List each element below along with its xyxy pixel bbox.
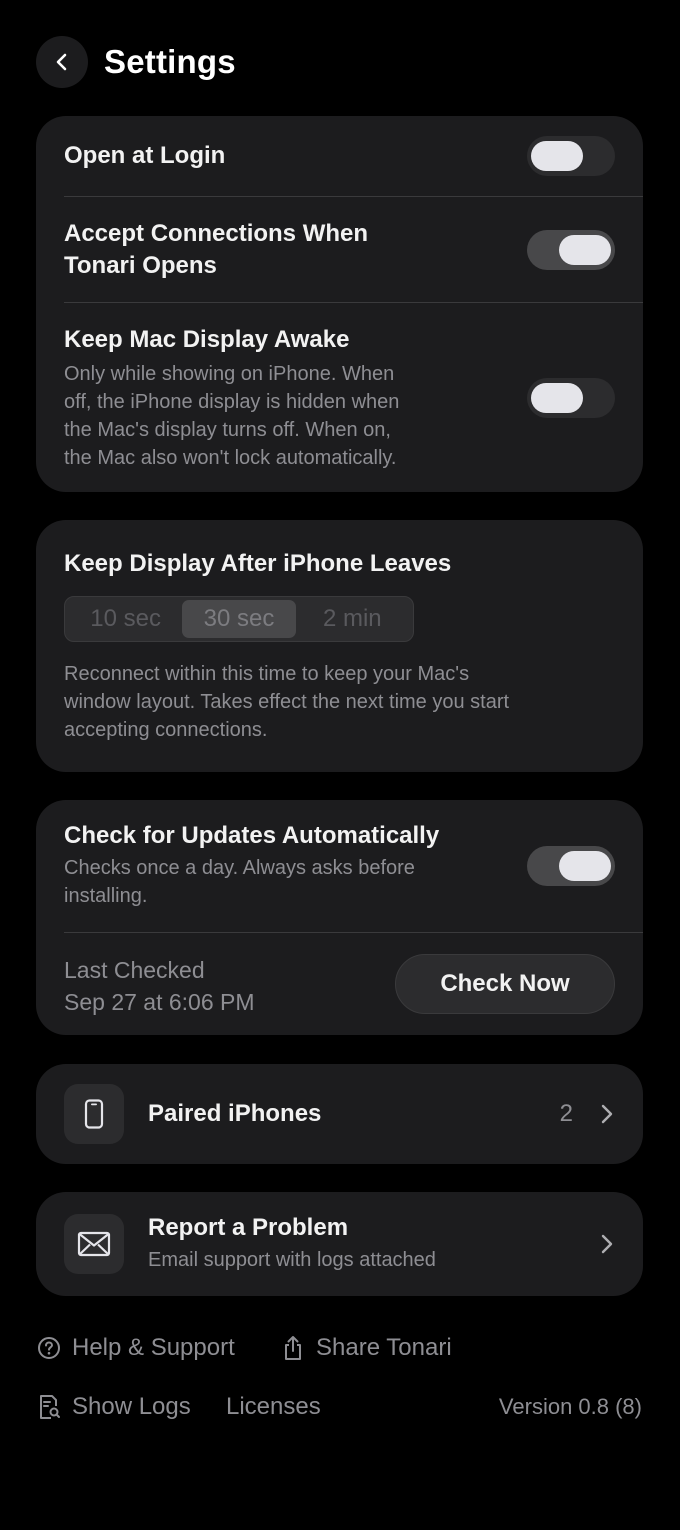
show-logs-label: Show Logs — [72, 1393, 191, 1420]
general-settings-card: Open at Login Accept Connections When To… — [36, 116, 643, 492]
toggle-knob — [531, 383, 583, 413]
accept-connections-toggle[interactable] — [527, 230, 615, 270]
divider — [64, 196, 643, 197]
toggle-knob — [559, 235, 611, 265]
keep-mac-awake-toggle[interactable] — [527, 378, 615, 418]
keep-display-desc-3: accepting connections. — [64, 719, 268, 741]
show-logs-link[interactable]: Show Logs — [36, 1393, 191, 1421]
question-circle-icon — [36, 1335, 62, 1361]
envelope-icon — [77, 1231, 111, 1257]
version-label: Version 0.8 (8) — [498, 1394, 642, 1419]
keep-display-label: Keep Display After iPhone Leaves — [64, 550, 452, 577]
help-support-link[interactable]: Help & Support — [36, 1334, 235, 1362]
toggle-knob — [559, 851, 611, 881]
document-search-icon — [36, 1394, 62, 1420]
auto-updates-desc-2: installing. — [64, 885, 148, 907]
report-problem-label: Report a Problem — [148, 1214, 349, 1241]
keep-display-card: Keep Display After iPhone Leaves 10 sec … — [36, 520, 643, 772]
share-icon — [280, 1335, 306, 1361]
header: Settings — [36, 36, 236, 88]
chevron-right-icon — [597, 1234, 617, 1254]
page-title: Settings — [104, 43, 236, 80]
share-tonari-label: Share Tonari — [316, 1334, 452, 1361]
keep-display-desc-2: window layout. Takes effect the next tim… — [64, 691, 510, 713]
segment-10-sec[interactable]: 10 sec — [69, 600, 182, 638]
divider — [64, 932, 643, 933]
report-problem-text: Report a Problem Email support with logs… — [148, 1212, 436, 1276]
keep-display-desc-1: Reconnect within this time to keep your … — [64, 663, 470, 685]
updates-card: Check for Updates Automatically Checks o… — [36, 800, 643, 1035]
licenses-link[interactable]: Licenses — [226, 1393, 321, 1421]
keep-mac-awake-desc-3: the Mac's display turns off. When on, — [64, 419, 391, 441]
share-tonari-link[interactable]: Share Tonari — [280, 1334, 452, 1362]
keep-display-segmented-control: 10 sec 30 sec 2 min — [64, 596, 414, 642]
segment-2-min[interactable]: 2 min — [296, 600, 409, 638]
check-now-button[interactable]: Check Now — [395, 954, 615, 1014]
report-problem-card[interactable]: Report a Problem Email support with logs… — [36, 1192, 643, 1296]
paired-iphones-label: Paired iPhones — [148, 1100, 322, 1127]
paired-icon-tile — [64, 1084, 124, 1144]
keep-mac-awake-label: Keep Mac Display Awake — [64, 326, 350, 353]
chevron-right-icon — [597, 1104, 617, 1124]
back-button[interactable] — [36, 36, 88, 88]
chevron-left-icon — [56, 53, 67, 71]
keep-display-row: Keep Display After iPhone Leaves — [64, 548, 643, 580]
auto-updates-toggle[interactable] — [527, 846, 615, 886]
paired-iphones-count: 2 — [559, 1100, 573, 1127]
report-problem-desc: Email support with logs attached — [148, 1249, 436, 1271]
paired-iphones-card[interactable]: Paired iPhones 2 — [36, 1064, 643, 1164]
segment-30-sec[interactable]: 30 sec — [182, 600, 296, 638]
help-support-label: Help & Support — [72, 1334, 235, 1361]
keep-display-desc: Reconnect within this time to keep your … — [64, 660, 643, 744]
open-at-login-toggle[interactable] — [527, 136, 615, 176]
divider — [64, 302, 643, 303]
report-icon-tile — [64, 1214, 124, 1274]
iphone-icon — [84, 1099, 104, 1129]
keep-mac-awake-desc-4: the Mac also won't lock automatically. — [64, 447, 397, 469]
toggle-knob — [531, 141, 583, 171]
